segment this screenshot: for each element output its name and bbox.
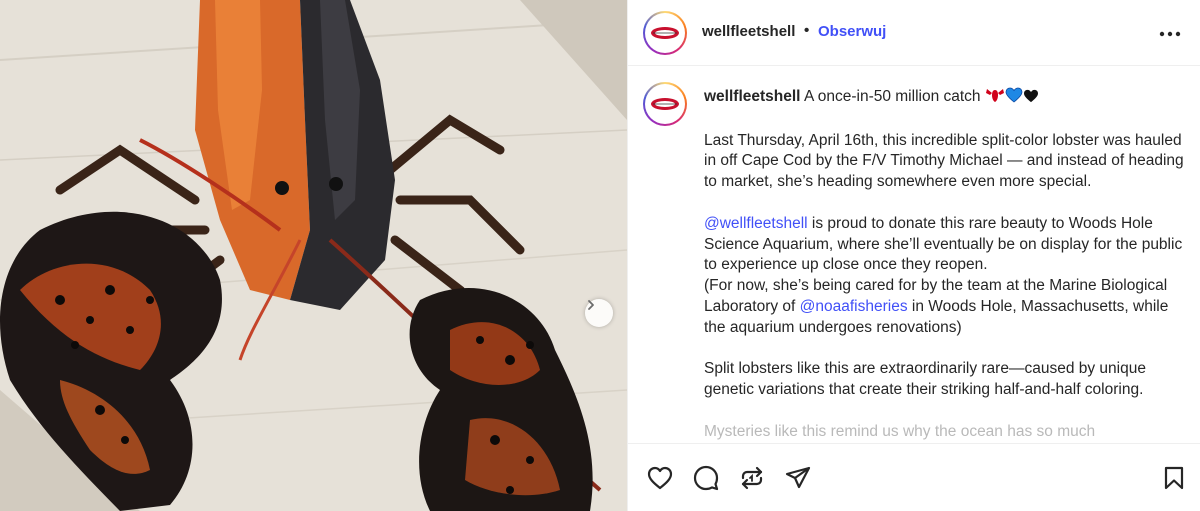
comment-button[interactable] xyxy=(692,464,720,492)
caption-avatar[interactable] xyxy=(643,82,687,126)
share-button[interactable] xyxy=(784,464,812,492)
repost-button[interactable] xyxy=(738,464,766,492)
wellfleet-logo-icon xyxy=(651,98,679,110)
next-image-button[interactable] xyxy=(585,299,613,327)
caption-text: wellfleetshell A once-in-50 million catc… xyxy=(704,87,1184,443)
share-icon xyxy=(785,466,811,489)
avatar[interactable] xyxy=(643,11,687,55)
header-separator: • xyxy=(804,22,810,39)
comment-icon xyxy=(693,465,719,491)
repost-icon xyxy=(741,466,763,490)
lobster-emoji xyxy=(985,87,1005,110)
post-side-panel: wellfleetshell • Obserwuj wellfleetshell… xyxy=(627,0,1200,511)
wellfleet-logo-icon xyxy=(651,27,679,39)
caption-paragraph-2: @wellfleetshell is proud to donate this … xyxy=(704,214,1184,276)
blue-heart-emoji xyxy=(1005,87,1023,110)
like-button[interactable] xyxy=(646,464,674,492)
action-bar xyxy=(628,443,1200,511)
mention-noaafisheries[interactable]: @noaafisheries xyxy=(800,298,908,315)
bookmark-icon xyxy=(1164,466,1184,490)
post-header: wellfleetshell • Obserwuj xyxy=(628,0,1200,66)
follow-button[interactable]: Obserwuj xyxy=(818,23,886,40)
caption-paragraph-3: (For now, she’s being cared for by the t… xyxy=(704,276,1184,338)
caption-paragraph-4: Split lobsters like this are extraordina… xyxy=(704,360,1146,399)
black-heart-emoji xyxy=(1023,89,1039,110)
save-button[interactable] xyxy=(1160,464,1188,492)
mention-wellfleetshell[interactable]: @wellfleetshell xyxy=(704,215,808,232)
caption-area: wellfleetshell A once-in-50 million catc… xyxy=(628,67,1200,443)
caption-headline: A once-in-50 million catch xyxy=(803,88,981,105)
caption-paragraph-1: Last Thursday, April 16th, this incredib… xyxy=(704,131,1184,191)
caption-paragraph-5: Mysteries like this remind us why the oc… xyxy=(704,422,1096,440)
post-image[interactable] xyxy=(0,0,627,511)
heart-icon xyxy=(647,466,673,490)
chevron-right-icon xyxy=(588,300,594,310)
caption-username[interactable]: wellfleetshell xyxy=(704,88,800,105)
more-options-button[interactable] xyxy=(1159,20,1181,43)
header-username[interactable]: wellfleetshell xyxy=(702,23,795,40)
lobster-photo xyxy=(0,0,627,511)
more-icon xyxy=(1159,31,1181,37)
